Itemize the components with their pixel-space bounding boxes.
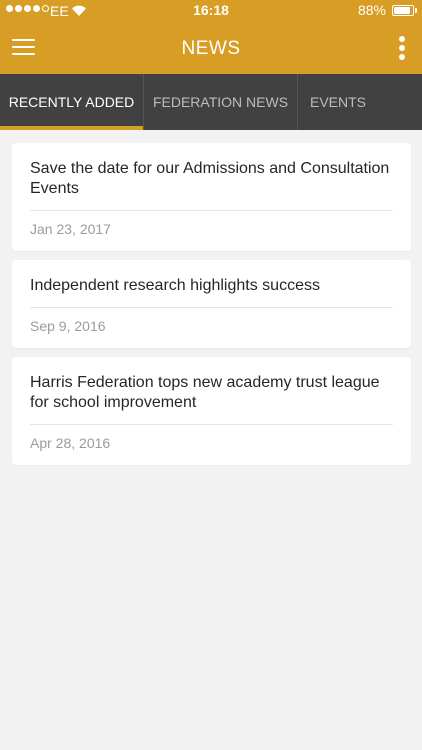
news-date: Jan 23, 2017 [30,221,111,237]
battery-icon [392,5,414,16]
news-card[interactable]: Save the date for our Admissions and Con… [12,143,411,251]
battery-percentage: 88% [357,2,386,18]
news-card[interactable]: Harris Federation tops new academy trust… [12,357,411,465]
tab-events[interactable]: EVENTS [298,74,378,130]
news-title: Save the date for our Admissions and Con… [30,159,393,211]
tab-recently-added[interactable]: RECENTLY ADDED [0,74,144,130]
news-list: Save the date for our Admissions and Con… [12,143,411,474]
news-title: Independent research highlights success [30,276,393,308]
status-bar: EE 16:18 88% [0,0,422,22]
more-options-icon[interactable] [394,34,410,62]
tab-bar: RECENTLY ADDED FEDERATION NEWS EVENTS [0,74,422,130]
news-title: Harris Federation tops new academy trust… [30,373,393,425]
tab-label: FEDERATION NEWS [152,94,289,110]
news-card[interactable]: Independent research highlights success … [12,260,411,348]
page-title: NEWS [181,38,241,59]
tab-label: EVENTS [309,94,366,110]
tab-label: RECENTLY ADDED [8,94,135,110]
app-header: EE 16:18 88% NEWS [0,0,422,74]
news-date: Sep 9, 2016 [30,318,106,334]
tab-federation-news[interactable]: FEDERATION NEWS [144,74,298,130]
news-date: Apr 28, 2016 [30,435,111,451]
